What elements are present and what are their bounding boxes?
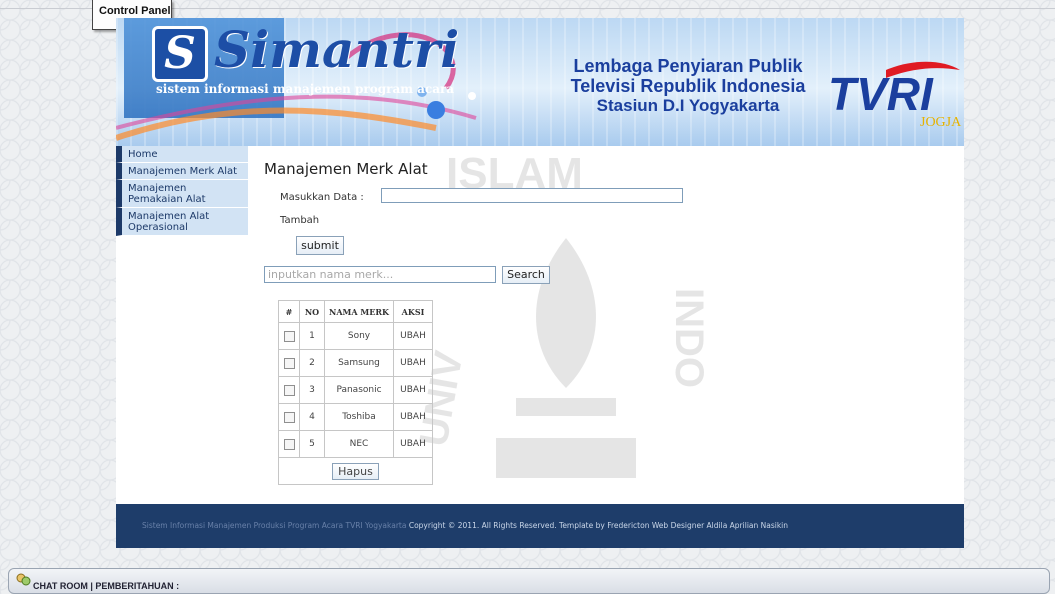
row-nama-merk: NEC: [324, 430, 394, 458]
svg-text:INDO: INDO: [667, 288, 711, 388]
footer-copyright: Copyright © 2011. All Rights Reserved. T…: [408, 521, 789, 530]
ubah-link[interactable]: UBAH: [393, 322, 433, 350]
row-checkbox-cell: [278, 403, 300, 431]
row-checkbox[interactable]: [283, 384, 295, 396]
row-checkbox[interactable]: [283, 330, 295, 342]
row-no: 1: [299, 322, 325, 350]
chat-room-bar[interactable]: CHAT ROOM | PEMBERITAHUAN :: [8, 568, 1050, 594]
sidebar-item-manajemen-pemakaian-alat[interactable]: Manajemen Pemakaian Alat: [116, 180, 248, 208]
row-checkbox[interactable]: [283, 438, 295, 450]
hapus-cell: Hapus: [278, 457, 433, 485]
table-row: 5 NEC UBAH: [278, 430, 433, 458]
page-frame: S Simantri sistem informasi manajemen pr…: [116, 18, 964, 548]
row-no: 2: [299, 349, 325, 377]
sidebar-item-manajemen-alat-operasional[interactable]: Manajemen Alat Operasional: [116, 208, 248, 236]
control-panel-label: Control Panel: [99, 5, 171, 17]
submit-button[interactable]: submit: [296, 236, 344, 255]
row-nama-merk: Panasonic: [324, 376, 394, 404]
ubah-link[interactable]: UBAH: [393, 430, 433, 458]
column-header-nama-merk: NAMA MERK: [324, 300, 394, 323]
app-title: Simantri: [214, 20, 460, 79]
row-checkbox-cell: [278, 349, 300, 377]
row-nama-merk: Sony: [324, 322, 394, 350]
ubah-link[interactable]: UBAH: [393, 349, 433, 377]
tvri-logo: TVRI JOGJA: [828, 61, 962, 130]
merk-input[interactable]: [381, 188, 683, 203]
column-header-aksi: AKSI: [393, 300, 433, 323]
table-header-row: # NO NAMA MERK AKSI: [278, 300, 433, 323]
footer-system-name: Sistem Informasi Manajemen Produksi Prog…: [142, 521, 407, 530]
tvri-logo-text: TVRI: [828, 68, 934, 120]
table-row: 2 Samsung UBAH: [278, 349, 433, 377]
table-footer-row: Hapus: [278, 457, 433, 485]
row-checkbox-cell: [278, 430, 300, 458]
column-header-select: #: [278, 300, 300, 323]
org-line-1: Lembaga Penyiaran Publik: [573, 56, 803, 76]
table-row: 3 Panasonic UBAH: [278, 376, 433, 404]
simantri-logo-mark: S: [152, 26, 208, 82]
sidebar-item-manajemen-merk-alat[interactable]: Manajemen Merk Alat: [116, 163, 248, 180]
header-banner: S Simantri sistem informasi manajemen pr…: [116, 18, 964, 146]
page-footer: Sistem Informasi Manajemen Produksi Prog…: [116, 504, 964, 548]
row-no: 3: [299, 376, 325, 404]
row-nama-merk: Samsung: [324, 349, 394, 377]
row-no: 4: [299, 403, 325, 431]
sidebar-nav: Home Manajemen Merk Alat Manajemen Pemak…: [116, 146, 248, 236]
search-button[interactable]: Search: [502, 266, 550, 284]
org-line-2: Televisi Republik Indonesia: [570, 76, 806, 96]
form-label: Masukkan Data :: [280, 192, 364, 203]
ubah-link[interactable]: UBAH: [393, 403, 433, 431]
org-line-3: Stasiun D.I Yogyakarta: [596, 96, 780, 115]
row-nama-merk: Toshiba: [324, 403, 394, 431]
row-checkbox[interactable]: [283, 411, 295, 423]
page-title: Manajemen Merk Alat: [264, 160, 428, 178]
sidebar-item-home[interactable]: Home: [116, 146, 248, 163]
ubah-link[interactable]: UBAH: [393, 376, 433, 404]
table-row: 1 Sony UBAH: [278, 322, 433, 350]
row-checkbox-cell: [278, 322, 300, 350]
search-input[interactable]: inputkan nama merk...: [264, 266, 496, 283]
row-no: 5: [299, 430, 325, 458]
hapus-button[interactable]: Hapus: [332, 462, 379, 480]
row-checkbox-cell: [278, 376, 300, 404]
column-header-no: NO: [299, 300, 325, 323]
tvri-logo-sub: JOGJA: [920, 115, 962, 130]
chat-users-icon: [16, 573, 31, 586]
tambah-label: Tambah: [280, 215, 320, 226]
table-row: 4 Toshiba UBAH: [278, 403, 433, 431]
merk-table: # NO NAMA MERK AKSI 1 Sony UBAH 2 Samsun…: [278, 300, 433, 485]
app-subtitle: sistem informasi manajemen program acara: [156, 82, 455, 96]
row-checkbox[interactable]: [283, 357, 295, 369]
